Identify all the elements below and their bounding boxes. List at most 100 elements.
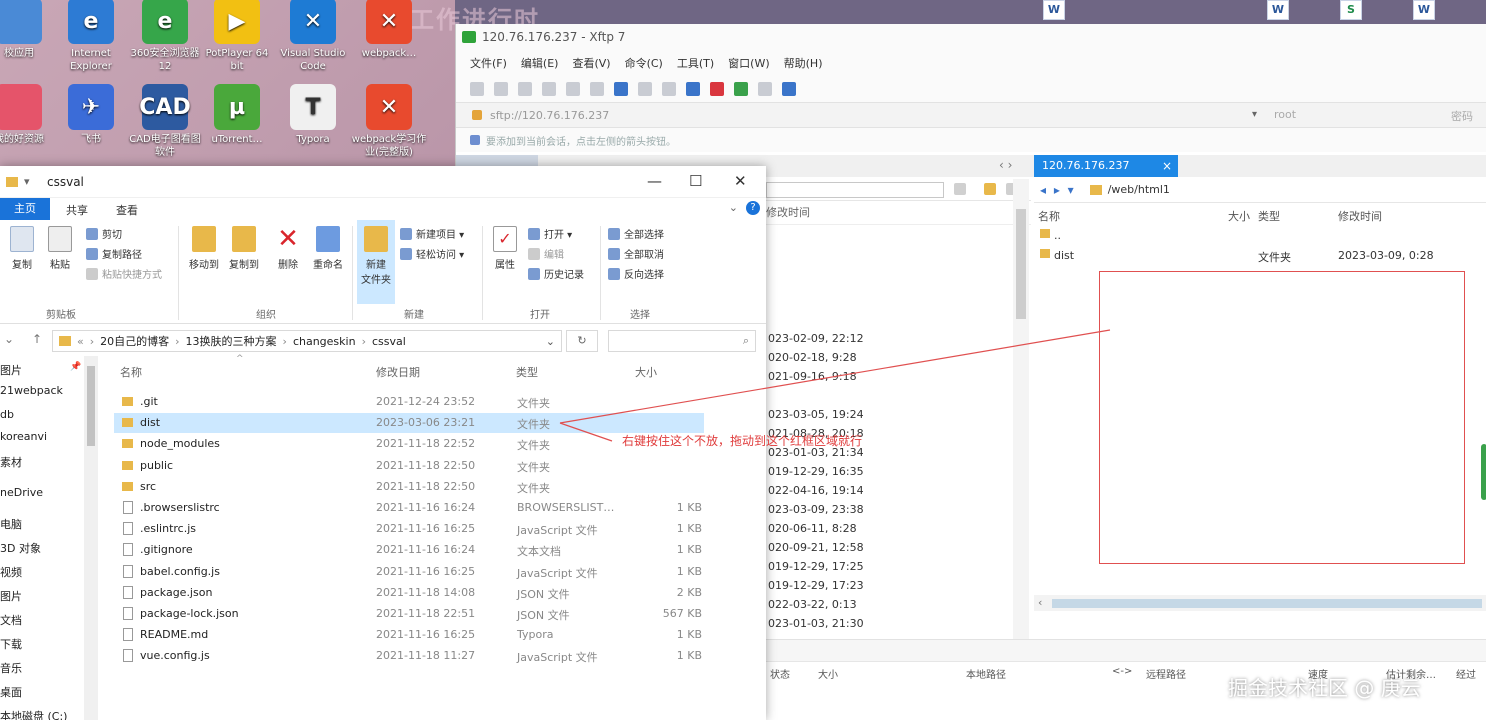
- close-button[interactable]: ✕: [734, 172, 747, 190]
- nav-item[interactable]: 图片: [0, 362, 22, 378]
- local-file-date[interactable]: 022-03-22, 0:13: [768, 595, 864, 614]
- remote-col-type[interactable]: 类型: [1258, 208, 1280, 224]
- nav-item[interactable]: 下载: [0, 636, 22, 652]
- desktop-shortcut[interactable]: e 360安全浏览器 12: [126, 0, 204, 73]
- file-row[interactable]: README.md 2021-11-16 16:25 Typora 1 KB: [114, 625, 704, 645]
- scroll-left-icon[interactable]: ‹: [1038, 596, 1042, 609]
- breadcrumb-segment[interactable]: 13换肤的三种方案: [186, 333, 277, 349]
- move-to-button[interactable]: 移动到: [186, 226, 222, 271]
- desktop-shortcut[interactable]: e Internet Explorer: [52, 0, 130, 73]
- transfer-col-remote[interactable]: 远程路径: [1146, 666, 1186, 681]
- local-file-date[interactable]: 019-12-29, 17:25: [768, 557, 864, 576]
- scroll-thumb[interactable]: [1052, 599, 1482, 608]
- file-row[interactable]: babel.config.js 2021-11-16 16:25 JavaScrip…: [114, 562, 704, 582]
- remote-file-row[interactable]: dist 文件夹 2023-03-09, 0:28: [1034, 245, 1486, 265]
- local-file-date[interactable]: 019-12-29, 17:23: [768, 576, 864, 595]
- easy-access-button[interactable]: 轻松访问 ▾: [400, 246, 464, 261]
- tab-remote[interactable]: 120.76.176.237 ×: [1034, 155, 1178, 177]
- select-all-button[interactable]: 全部选择: [608, 226, 664, 241]
- local-path-dropdown[interactable]: [766, 182, 944, 198]
- remote-path[interactable]: /web/html1: [1108, 183, 1170, 196]
- local-file-date[interactable]: 020-09-21, 12:58: [768, 538, 864, 557]
- remote-scrollbar[interactable]: [1481, 204, 1486, 604]
- nav-item[interactable]: 素材: [0, 454, 22, 470]
- desktop-shortcut[interactable]: ✕ Visual Studio Code: [274, 0, 352, 73]
- tab-view[interactable]: 查看: [116, 202, 138, 218]
- menu-item[interactable]: 文件(F): [470, 55, 507, 71]
- file-row[interactable]: package-lock.json 2021-11-18 22:51 JSON 文件…: [114, 604, 704, 624]
- breadcrumb-segment[interactable]: cssval: [372, 335, 406, 348]
- help-icon[interactable]: [782, 82, 796, 96]
- paste-shortcut-button[interactable]: 粘贴快捷方式: [86, 266, 162, 281]
- open-button[interactable]: 打开 ▾: [528, 226, 572, 241]
- history-button[interactable]: 历史记录: [528, 266, 584, 281]
- file-row[interactable]: .eslintrc.js 2021-11-16 16:25 JavaScript 文…: [114, 519, 704, 539]
- remote-col-name[interactable]: 名称: [1038, 208, 1060, 224]
- file-row[interactable]: node_modules 2021-11-18 22:52 文件夹: [114, 434, 704, 454]
- up-arrow-icon[interactable]: ↑: [32, 332, 42, 346]
- remote-col-size[interactable]: 大小: [1228, 208, 1250, 224]
- new-tab-icon[interactable]: [734, 82, 748, 96]
- desktop-shortcut[interactable]: CAD CAD电子图看图软件: [126, 84, 204, 159]
- nav-item[interactable]: 21webpack: [0, 384, 63, 397]
- nav-item[interactable]: 桌面: [0, 684, 22, 700]
- document-icon[interactable]: W: [1413, 0, 1435, 20]
- local-file-date[interactable]: 023-02-09, 22:12: [768, 329, 864, 348]
- tab-scroll-arrows[interactable]: ‹ ›: [999, 158, 1012, 172]
- tab-share[interactable]: 共享: [66, 202, 88, 218]
- paste-icon[interactable]: [590, 82, 604, 96]
- qa-dropdown-icon[interactable]: ▾: [24, 175, 30, 188]
- invert-selection-button[interactable]: 反向选择: [608, 266, 664, 281]
- copy-icon[interactable]: [566, 82, 580, 96]
- nav-item[interactable]: 本地磁盘 (C:): [0, 708, 67, 720]
- breadcrumb-segment[interactable]: changeskin: [293, 335, 356, 348]
- document-icon[interactable]: S: [1340, 0, 1362, 20]
- ribbon-collapse-icon[interactable]: ⌄: [729, 201, 738, 214]
- desktop-shortcut[interactable]: 我的好资源: [0, 84, 58, 146]
- nav-item[interactable]: 文档: [0, 612, 22, 628]
- open-folder-icon[interactable]: [494, 82, 508, 96]
- desktop-shortcut[interactable]: µ uTorrent…: [198, 84, 276, 146]
- tab-home[interactable]: 主页: [0, 198, 50, 220]
- address-dropdown-icon[interactable]: ▾: [1252, 109, 1257, 120]
- local-file-date[interactable]: 023-03-09, 23:38: [768, 500, 864, 519]
- xftp-address-bar[interactable]: sftp://120.76.176.237 ▾ root 密码: [456, 102, 1486, 128]
- document-icon[interactable]: W: [1043, 0, 1065, 20]
- desktop-shortcut[interactable]: ✈ 飞书: [52, 84, 130, 146]
- search-input[interactable]: ⌕: [608, 330, 756, 352]
- document-icon[interactable]: W: [1267, 0, 1289, 20]
- delete-icon[interactable]: [638, 82, 652, 96]
- menu-item[interactable]: 工具(T): [677, 55, 714, 71]
- local-file-date[interactable]: 021-09-16, 9:18: [768, 367, 864, 386]
- globe-icon[interactable]: [686, 82, 700, 96]
- rename-button[interactable]: 重命名: [310, 226, 346, 271]
- close-icon[interactable]: ×: [1162, 155, 1172, 177]
- transfer-col-dir[interactable]: <->: [1112, 666, 1132, 677]
- new-item-button[interactable]: 新建项目 ▾: [400, 226, 464, 241]
- file-row[interactable]: .git 2021-12-24 23:52 文件夹: [114, 392, 704, 412]
- recent-locations-icon[interactable]: ⌄: [4, 332, 14, 346]
- menu-item[interactable]: 查看(V): [572, 55, 610, 71]
- file-row[interactable]: .browserslistrc 2021-11-16 16:24 BROWSERSL…: [114, 498, 704, 518]
- remote-file-row[interactable]: ..: [1034, 225, 1486, 245]
- xshell-icon[interactable]: [710, 82, 724, 96]
- file-row[interactable]: package.json 2021-11-18 14:08 JSON 文件 2 KB: [114, 583, 704, 603]
- nav-scrollbar[interactable]: [84, 356, 98, 720]
- chevron-right-icon[interactable]: ›: [283, 335, 287, 348]
- local-file-date[interactable]: 022-04-16, 19:14: [768, 481, 864, 500]
- nav-item[interactable]: db: [0, 408, 14, 421]
- remote-hscrollbar[interactable]: ‹: [1034, 595, 1486, 611]
- chevron-right-icon[interactable]: ›: [362, 335, 366, 348]
- col-name[interactable]: 名称: [120, 364, 142, 380]
- breadcrumb-segment[interactable]: 20自己的博客: [100, 333, 169, 349]
- local-file-date[interactable]: 020-02-18, 9:28: [768, 348, 864, 367]
- menu-item[interactable]: 命令(C): [625, 55, 663, 71]
- local-file-date[interactable]: 020-06-11, 8:28: [768, 519, 864, 538]
- col-type[interactable]: 类型: [516, 364, 538, 380]
- copy-to-button[interactable]: 复制到: [226, 226, 262, 271]
- scroll-thumb[interactable]: [87, 366, 95, 446]
- chevron-right-icon[interactable]: ›: [90, 335, 94, 348]
- transfer-col-local[interactable]: 本地路径: [966, 666, 1006, 681]
- minimize-button[interactable]: —: [647, 172, 662, 190]
- local-file-date[interactable]: 023-01-03, 21:30: [768, 614, 864, 633]
